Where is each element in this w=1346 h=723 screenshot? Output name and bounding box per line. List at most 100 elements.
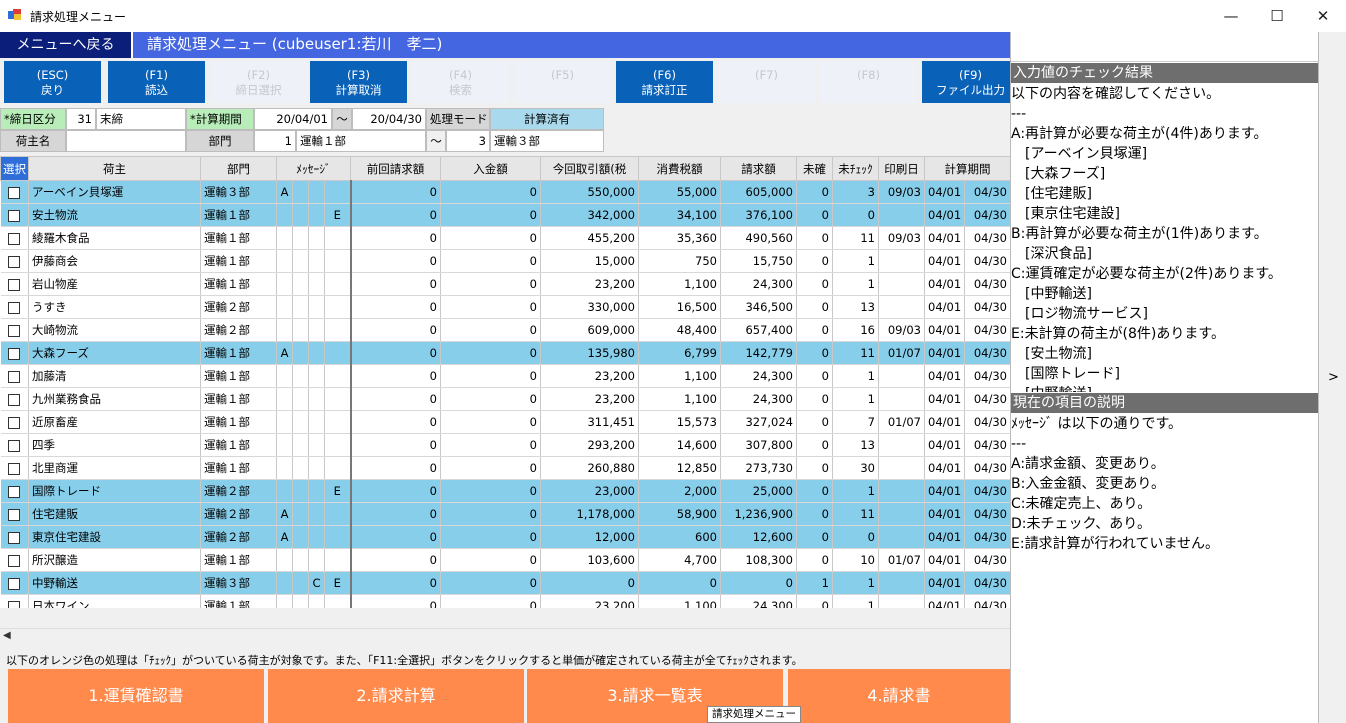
row-select-checkbox[interactable] xyxy=(0,502,29,526)
row-select-checkbox[interactable] xyxy=(0,318,29,342)
row-select-checkbox[interactable] xyxy=(0,203,29,227)
dept-cell: 運輸１部 xyxy=(200,203,277,227)
table-row[interactable]: 国際トレード 運輸２部 E 0 0 23,000 2,000 25,000 0 1 04/01 04/… xyxy=(0,479,1010,503)
table-row[interactable]: うすき 運輸２部 0 0 330,000 16,500 346,500 0 13 04/01 04/… xyxy=(0,295,1010,319)
shipper-field[interactable] xyxy=(66,130,186,152)
table-row[interactable]: 大森フーズ 運輸１部 A 0 0 135,980 6,799 142,779 0 11 01/07 0… xyxy=(0,341,1010,365)
table-row[interactable]: 近原畜産 運輸１部 0 0 311,451 15,573 327,024 0 7 01/07 04/… xyxy=(0,410,1010,434)
table-row[interactable]: 日本ワイン 運輸１部 0 0 23,200 1,100 24,300 0 1 04/01 04/30 xyxy=(0,594,1010,608)
minimize-icon[interactable]: — xyxy=(1208,0,1254,32)
column-header[interactable]: 請求額 xyxy=(720,156,797,181)
table-row[interactable]: 安土物流 運輸１部 E 0 0 342,000 34,100 376,100 0 0 04/01 04… xyxy=(0,203,1010,227)
fkey-button-5[interactable]: (F5) xyxy=(514,61,611,103)
column-header[interactable]: 未ﾁｪｯｸ xyxy=(832,156,879,181)
fkey-button-1[interactable]: (F1) 読込 xyxy=(108,61,205,103)
mode-value[interactable]: 計算済有 xyxy=(490,108,604,130)
row-select-checkbox[interactable] xyxy=(0,410,29,434)
column-header[interactable]: 入金額 xyxy=(440,156,541,181)
checkbox[interactable] xyxy=(8,255,21,268)
checkbox[interactable] xyxy=(8,577,21,590)
checkbox[interactable] xyxy=(8,232,21,245)
table-row[interactable]: 東京住宅建設 運輸２部 A 0 0 12,000 600 12,600 0 0 04/01 04/30 xyxy=(0,525,1010,549)
column-header[interactable]: 荷主 xyxy=(28,156,201,181)
table-row[interactable]: 九州業務食品 運輸１部 0 0 23,200 1,100 24,300 0 1 04/01 04/3… xyxy=(0,387,1010,411)
checkbox[interactable] xyxy=(8,462,21,475)
back-to-menu-button[interactable]: メニューへ戻る xyxy=(0,32,133,58)
fkey-button-2[interactable]: (F2) 締日選択 xyxy=(210,61,307,103)
table-row[interactable]: 大崎物流 運輸２部 0 0 609,000 48,400 657,400 0 16 09/03 04… xyxy=(0,318,1010,342)
freight-confirmation-button[interactable]: 1.運賃確認書 xyxy=(8,669,264,723)
scroll-left-icon[interactable]: ◀ xyxy=(3,630,11,641)
checkbox[interactable] xyxy=(8,347,21,360)
checkbox[interactable] xyxy=(8,439,21,452)
column-header[interactable]: 部門 xyxy=(200,156,277,181)
maximize-icon[interactable]: ☐ xyxy=(1254,0,1300,32)
expand-chevron-icon[interactable]: > xyxy=(1328,370,1339,385)
dept-from-code-field[interactable]: 1 xyxy=(254,130,296,152)
checkbox[interactable] xyxy=(8,554,21,567)
fkey-button-8[interactable]: (F8) xyxy=(820,61,917,103)
column-header[interactable]: 印刷日 xyxy=(878,156,925,181)
checkbox[interactable] xyxy=(8,301,21,314)
row-select-checkbox[interactable] xyxy=(0,272,29,296)
row-select-checkbox[interactable] xyxy=(0,525,29,549)
row-select-checkbox[interactable] xyxy=(0,456,29,480)
row-select-checkbox[interactable] xyxy=(0,479,29,503)
fkey-button-6[interactable]: (F6) 請求訂正 xyxy=(616,61,713,103)
checkbox[interactable] xyxy=(8,508,21,521)
row-select-checkbox[interactable] xyxy=(0,433,29,457)
checkbox[interactable] xyxy=(8,370,21,383)
fkey-button-4[interactable]: (F4) 検索 xyxy=(412,61,509,103)
dept-to-code-field[interactable]: 3 xyxy=(446,130,490,152)
table-row[interactable]: 四季 運輸１部 0 0 293,200 14,600 307,800 0 13 04/01 04/3… xyxy=(0,433,1010,457)
horizontal-scrollbar[interactable]: ◀ xyxy=(0,628,1010,645)
row-select-checkbox[interactable] xyxy=(0,180,29,204)
column-header[interactable]: 今回取引額(税 xyxy=(540,156,639,181)
column-header[interactable]: 計算期間 xyxy=(924,156,1010,181)
row-select-checkbox[interactable] xyxy=(0,295,29,319)
closing-code-field[interactable]: 31 xyxy=(66,108,96,130)
row-select-checkbox[interactable] xyxy=(0,387,29,411)
row-select-checkbox[interactable] xyxy=(0,249,29,273)
table-row[interactable]: 所沢醸造 運輸１部 0 0 103,600 4,700 108,300 0 10 01/07 04/… xyxy=(0,548,1010,572)
row-select-checkbox[interactable] xyxy=(0,594,29,608)
column-header[interactable]: 選択 xyxy=(0,156,29,181)
panel-expander[interactable]: > xyxy=(1318,32,1346,723)
table-row[interactable]: 加藤清 運輸１部 0 0 23,200 1,100 24,300 0 1 04/01 04/30 xyxy=(0,364,1010,388)
message-cell xyxy=(324,387,352,411)
checkbox[interactable] xyxy=(8,186,21,199)
table-row[interactable]: 岩山物産 運輸１部 0 0 23,200 1,100 24,300 0 1 04/01 04/30 xyxy=(0,272,1010,296)
checkbox[interactable] xyxy=(8,416,21,429)
checkbox[interactable] xyxy=(8,600,21,608)
row-select-checkbox[interactable] xyxy=(0,571,29,595)
checkbox[interactable] xyxy=(8,209,21,222)
period-to-field[interactable]: 20/04/30 xyxy=(352,108,426,130)
column-header[interactable]: 未確 xyxy=(796,156,833,181)
table-row[interactable]: 綾羅木食品 運輸１部 0 0 455,200 35,360 490,560 0 11 09/03 0… xyxy=(0,226,1010,250)
column-header[interactable]: ﾒｯｾｰｼﾞ xyxy=(276,156,351,181)
fkey-button-7[interactable]: (F7) xyxy=(718,61,815,103)
fkey-button-0[interactable]: (ESC) 戻り xyxy=(4,61,101,103)
fkey-button-3[interactable]: (F3) 計算取消 xyxy=(310,61,407,103)
checkbox[interactable] xyxy=(8,531,21,544)
fkey-button-9[interactable]: (F9) ファイル出力 xyxy=(922,61,1019,103)
row-select-checkbox[interactable] xyxy=(0,364,29,388)
checkbox[interactable] xyxy=(8,393,21,406)
table-row[interactable]: 伊藤商会 運輸１部 0 0 15,000 750 15,750 0 1 04/01 04/30 xyxy=(0,249,1010,273)
table-row[interactable]: 中野輸送 運輸３部 C E 0 0 0 0 0 1 1 04/01 04/30 xyxy=(0,571,1010,595)
invoice-button[interactable]: 4.請求書 xyxy=(788,669,1010,723)
column-header[interactable]: 前回請求額 xyxy=(350,156,441,181)
column-header[interactable]: 消費税額 xyxy=(638,156,721,181)
row-select-checkbox[interactable] xyxy=(0,341,29,365)
close-icon[interactable]: ✕ xyxy=(1300,0,1346,32)
table-row[interactable]: 住宅建販 運輸２部 A 0 0 1,178,000 58,900 1,236,900 0 11 04… xyxy=(0,502,1010,526)
checkbox[interactable] xyxy=(8,324,21,337)
row-select-checkbox[interactable] xyxy=(0,548,29,572)
table-row[interactable]: アーベイン貝塚運 運輸３部 A 0 0 550,000 55,000 605,000 0 3 09/… xyxy=(0,180,1010,204)
checkbox[interactable] xyxy=(8,278,21,291)
billing-calculation-button[interactable]: 2.請求計算 xyxy=(268,669,524,723)
checkbox[interactable] xyxy=(8,485,21,498)
period-from-field[interactable]: 20/04/01 xyxy=(254,108,332,130)
row-select-checkbox[interactable] xyxy=(0,226,29,250)
table-row[interactable]: 北里商運 運輸１部 0 0 260,880 12,850 273,730 0 30 04/01 04… xyxy=(0,456,1010,480)
